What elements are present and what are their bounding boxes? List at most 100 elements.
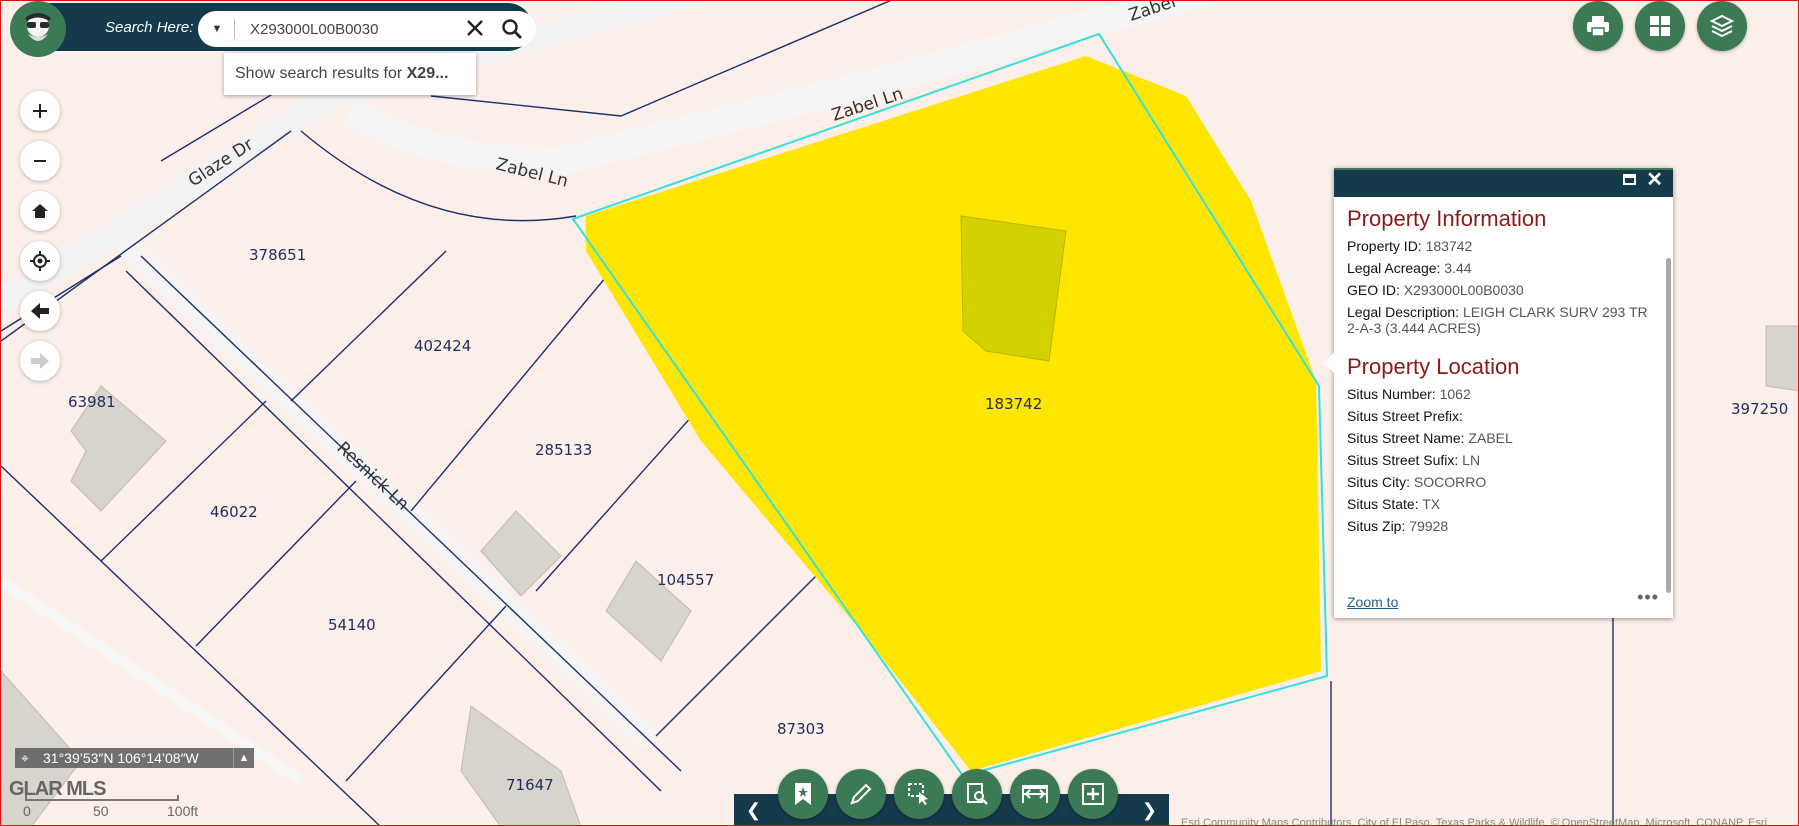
bookmarks-button[interactable] [778,769,828,819]
search-suggestion[interactable]: Show search results for X29... [224,53,476,95]
property-popup: ✕ Property Information Property ID: 1837… [1324,168,1673,618]
parcel-label: 63981 [68,393,116,411]
basemap-gallery-button[interactable] [1635,1,1685,51]
map-attribution: Esri Community Maps Contributors, City o… [1181,817,1767,826]
field-value: 3.44 [1444,260,1472,276]
popup-row: GEO ID: X293000L00B0030 [1347,282,1661,298]
popup-row: Situs Number: 1062 [1347,386,1661,402]
find-button[interactable] [952,769,1002,819]
field-key: Situs Street Sufix: [1347,452,1459,468]
grid-icon [1650,16,1670,36]
popup-body: Property Information Property ID: 183742… [1347,206,1661,578]
document-search-icon [967,783,988,805]
search-box: ▼ [198,11,536,47]
popup-pointer [1324,353,1334,373]
parcel-label: 46022 [210,503,258,521]
maximize-icon[interactable] [1623,174,1636,185]
field-key: Situs Street Prefix: [1347,408,1463,424]
layers-button[interactable] [1697,1,1747,51]
locate-button[interactable] [20,241,60,281]
previous-extent-button[interactable] [20,291,60,331]
draw-button[interactable] [836,769,886,819]
chevron-left-icon[interactable]: ❮ [746,800,761,821]
search-source-dropdown[interactable]: ▼ [208,20,226,38]
app-logo[interactable] [10,1,66,57]
popup-row: Property ID: 183742 [1347,238,1661,254]
search-input[interactable] [248,15,432,43]
chevron-up-icon[interactable]: ▲ [233,748,254,768]
more-options-icon[interactable]: ••• [1637,587,1659,608]
parcel-label: 71647 [506,776,554,794]
print-button[interactable] [1573,1,1623,51]
scale-bar [25,795,179,801]
measure-button[interactable] [1010,769,1060,819]
property-information-rows: Property ID: 183742 Legal Acreage: 3.44 GE… [1347,238,1661,336]
zoom-to-link[interactable]: Zoom to [1347,594,1398,610]
coordinate-readout: ⌖ 31°39’53″N 106°14’08″W ▲ [15,748,254,768]
cursor-select-icon [908,783,928,805]
popup-row: Situs Street Name: ZABEL [1347,430,1661,446]
field-value: X293000L00B0030 [1403,282,1524,298]
field-key: Situs Zip: [1347,518,1406,534]
field-key: Legal Acreage: [1347,260,1441,276]
field-value: 1062 [1439,386,1471,402]
measure-icon [1022,785,1048,803]
bookmark-icon [795,783,811,805]
field-value: ZABEL [1468,430,1513,446]
property-location-title: Property Location [1347,354,1520,379]
popup-header: ✕ [1334,168,1673,197]
field-key: GEO ID: [1347,282,1400,298]
popup-row: Situs Zip: 79928 [1347,518,1661,534]
property-location-rows: Situs Number: 1062 Situs Street Prefix: S… [1347,386,1661,534]
scale-label-50: 50 [93,803,109,819]
locate-icon [30,251,50,271]
selected-parcel-building [960,215,1067,362]
parcel-label: 104557 [657,571,714,589]
scale-label-0: 0 [23,803,31,819]
close-popup-button[interactable]: ✕ [1646,170,1663,190]
search-label: Search Here: [105,19,194,36]
field-key: Situs Street Name: [1347,430,1465,446]
plus-icon [33,104,47,118]
popup-row: Legal Description: LEIGH CLARK SURV 293 … [1347,304,1661,336]
pencil-icon [850,783,872,805]
home-button[interactable] [20,191,60,231]
search-bar: Search Here: ▼ [15,3,536,51]
field-value: TX [1422,496,1441,512]
next-extent-button[interactable] [20,341,60,381]
logo-face-icon [25,13,51,41]
parcel-label: 285133 [535,441,592,459]
zoom-in-button[interactable] [20,91,60,131]
field-value: SOCORRO [1413,474,1487,490]
parcel-label: 183742 [985,395,1042,413]
arrow-left-icon [31,303,49,319]
home-icon [32,204,48,218]
field-key: Situs Number: [1347,386,1436,402]
parcel-label: 378651 [249,246,306,264]
popup-row: Situs City: SOCORRO [1347,474,1661,490]
parcel-label: 54140 [328,616,376,634]
popup-scrollbar[interactable] [1666,258,1671,593]
add-icon [1082,783,1104,805]
zoom-out-button[interactable] [20,141,60,181]
search-separator [234,19,235,39]
arrow-right-icon [31,353,49,369]
crosshair-icon[interactable]: ⌖ [21,748,29,768]
field-key: Situs City: [1347,474,1411,490]
field-value: LN [1462,452,1481,468]
field-key: Legal Description: [1347,304,1460,320]
add-data-button[interactable] [1068,769,1118,819]
chevron-right-icon[interactable]: ❯ [1142,800,1157,821]
select-button[interactable] [894,769,944,819]
clear-search-button[interactable] [464,17,486,39]
suggestion-prefix: Show search results for [235,65,407,82]
coordinate-text: 31°39’53″N 106°14’08″W [43,750,199,766]
suggestion-term: X29... [406,65,449,82]
minus-icon [34,160,46,162]
layers-icon [1710,14,1734,38]
popup-row: Situs Street Sufix: LN [1347,452,1661,468]
field-key: Property ID: [1347,238,1422,254]
search-button[interactable] [500,17,524,41]
search-icon [502,19,522,39]
close-icon [467,20,483,36]
